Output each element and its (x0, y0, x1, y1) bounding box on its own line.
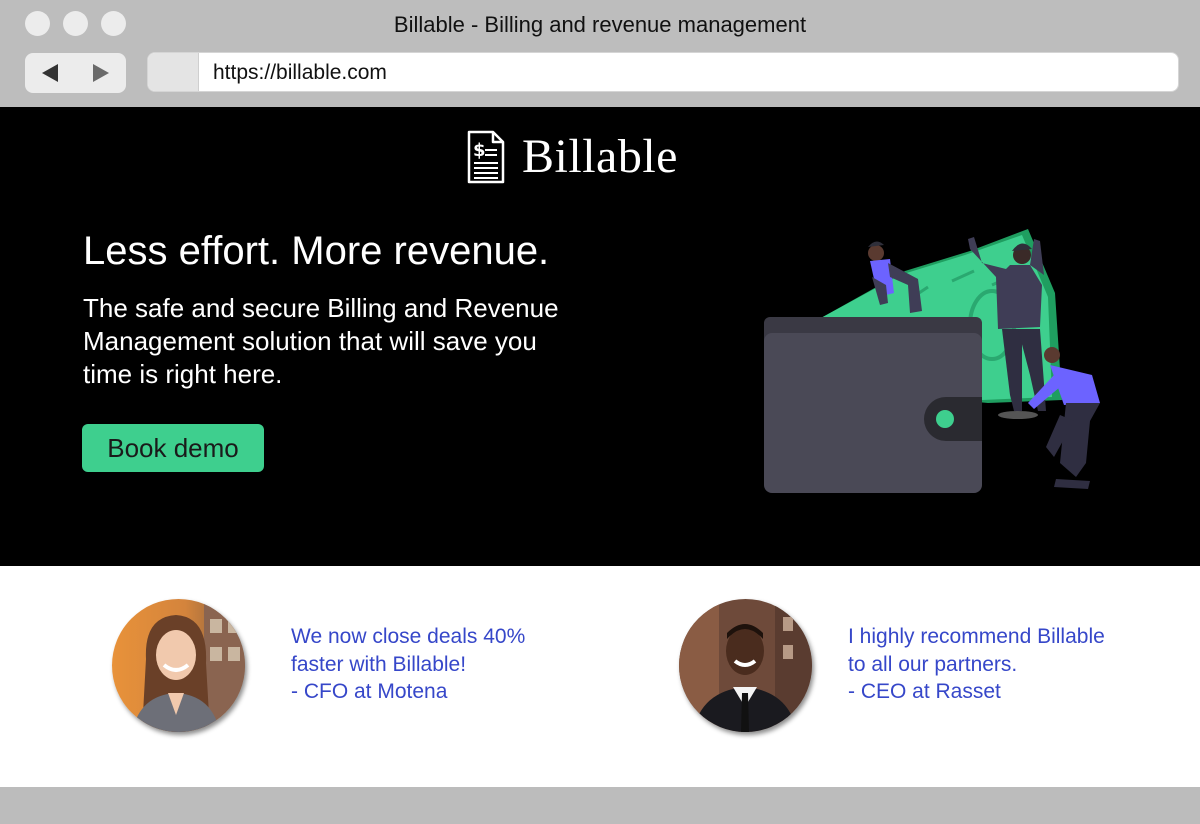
man-photo-avatar (679, 599, 812, 732)
woman-photo-avatar (112, 599, 245, 732)
hero-section: $ Billable Less effort. More revenue. Th… (0, 107, 1200, 566)
testimonial-2-line-2: to all our partners. (848, 652, 1018, 676)
browser-chrome: Billable - Billing and revenue managemen… (0, 0, 1200, 107)
forward-arrow-icon (92, 64, 109, 82)
ceo-avatar (679, 599, 812, 732)
book-demo-button[interactable]: Book demo (82, 424, 264, 472)
window-title: Billable - Billing and revenue managemen… (393, 12, 807, 37)
back-button[interactable] (25, 53, 76, 93)
invoice-dollar-icon: $ (467, 130, 505, 183)
testimonials-section: We now close deals 40% faster with Billa… (0, 566, 1200, 787)
wallet-money-illustration (764, 229, 1100, 493)
nav-buttons (25, 53, 126, 93)
testimonial-1-author: - CFO at Motena (291, 680, 448, 703)
hero-headline: Less effort. More revenue. (83, 229, 550, 273)
wallet-illustration (764, 317, 982, 493)
brand-name: Billable (522, 130, 678, 183)
address-bar-site-button[interactable] (148, 53, 199, 91)
svg-text:$: $ (473, 140, 486, 161)
page-footer-bar (0, 787, 1200, 824)
cfo-avatar (112, 599, 245, 732)
back-arrow-icon (42, 64, 59, 82)
url-text: https://billable.com (213, 61, 387, 84)
testimonial-2-line-1: I highly recommend Billable (848, 625, 1105, 648)
testimonial-1-line-1: We now close deals 40% (291, 625, 526, 648)
forward-button[interactable] (76, 53, 127, 93)
brand-logo[interactable]: $ Billable (466, 129, 678, 184)
address-bar[interactable]: https://billable.com (147, 52, 1179, 92)
testimonial-quote-1: We now close deals 40% faster with Billa… (291, 623, 525, 706)
testimonial-2-author: - CEO at Rasset (848, 680, 1001, 703)
testimonial-1-line-2: faster with Billable! (291, 652, 467, 676)
hero-subhead: The safe and secure Billing and Revenue … (83, 293, 559, 389)
testimonial-quote-2: I highly recommend Billable to all our p… (848, 623, 1105, 706)
